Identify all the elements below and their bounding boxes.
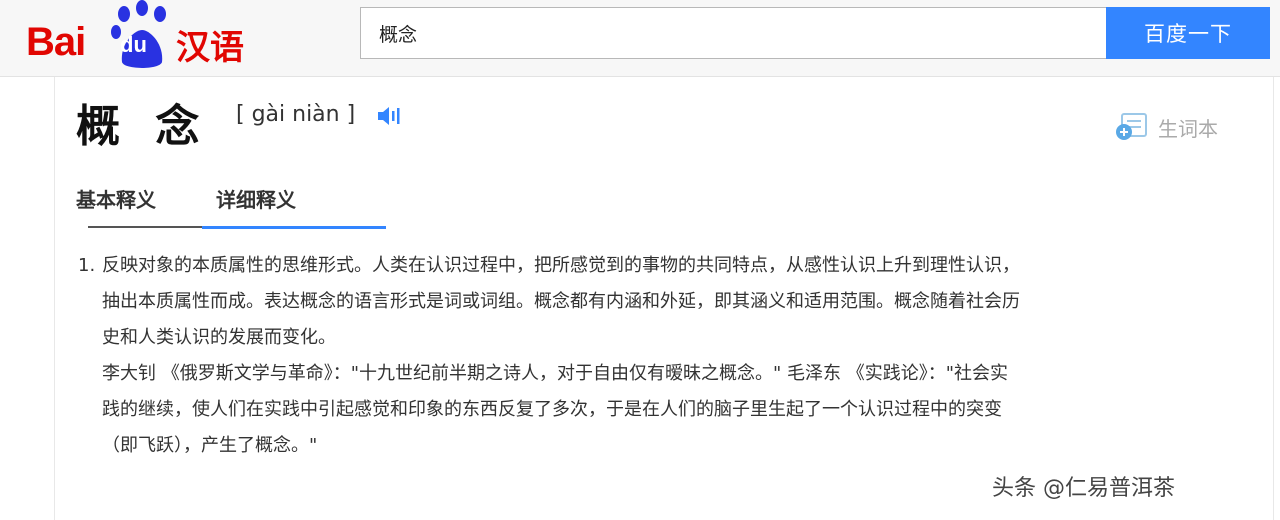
definition-line: 反映对象的本质属性的思维形式。人类在认识过程中，把所感觉到的事物的共同特点，从感… (102, 255, 1020, 276)
entry-pinyin: [ gài niàn ] (236, 102, 356, 127)
logo-bai-text: Bai (26, 20, 86, 64)
definition-tabs: 基本释义 详细释义 (60, 176, 1260, 229)
active-tab-indicator (202, 226, 386, 229)
search-box (360, 7, 1106, 59)
tab-basic-definition[interactable]: 基本释义 (76, 176, 156, 226)
logo-hanyu-text: 汉语 (176, 28, 244, 68)
wordbook-label: 生词本 (1158, 116, 1218, 141)
wordbook-button[interactable]: 生词本 (1114, 112, 1218, 142)
definition-text: 反映对象的本质属性的思维形式。人类在认识过程中，把所感觉到的事物的共同特点，从感… (102, 248, 1208, 464)
header-bar: Bai du 汉语 百度一下 (0, 0, 1280, 77)
definition-list: 1. 反映对象的本质属性的思维形式。人类在认识过程中，把所感觉到的事物的共同特点… (78, 248, 1208, 464)
speaker-icon[interactable] (376, 104, 402, 128)
tab-detailed-definition[interactable]: 详细释义 (216, 176, 296, 226)
search-input[interactable] (377, 8, 1081, 58)
entry-word: 概 念 (76, 101, 210, 152)
definition-quote-line: （即飞跃），产生了概念。" (102, 435, 318, 456)
definition-line: 抽出本质属性而成。表达概念的语言形式是词或词组。概念都有内涵和外延，即其涵义和适… (102, 291, 1020, 312)
definition-number: 1. (78, 255, 96, 276)
add-wordbook-icon (1116, 113, 1147, 140)
definition-quote-line: 李大钊 《俄罗斯文学与革命》："十九世纪前半期之诗人，对于自由仅有暧昧之概念。"… (102, 363, 1008, 384)
logo-du-text: du (120, 32, 147, 57)
watermark-text: 头条 @仁易普洱茶 (992, 476, 1175, 501)
baidu-hanyu-logo[interactable]: Bai du 汉语 (26, 0, 246, 72)
definition-line: 史和人类认识的发展而变化。 (102, 327, 336, 348)
search-button[interactable]: 百度一下 (1106, 7, 1270, 59)
definition-quote-line: 践的继续，使人们在实践中引起感觉和印象的东西反复了多次，于是在人们的脑子里生起了… (102, 399, 1002, 420)
